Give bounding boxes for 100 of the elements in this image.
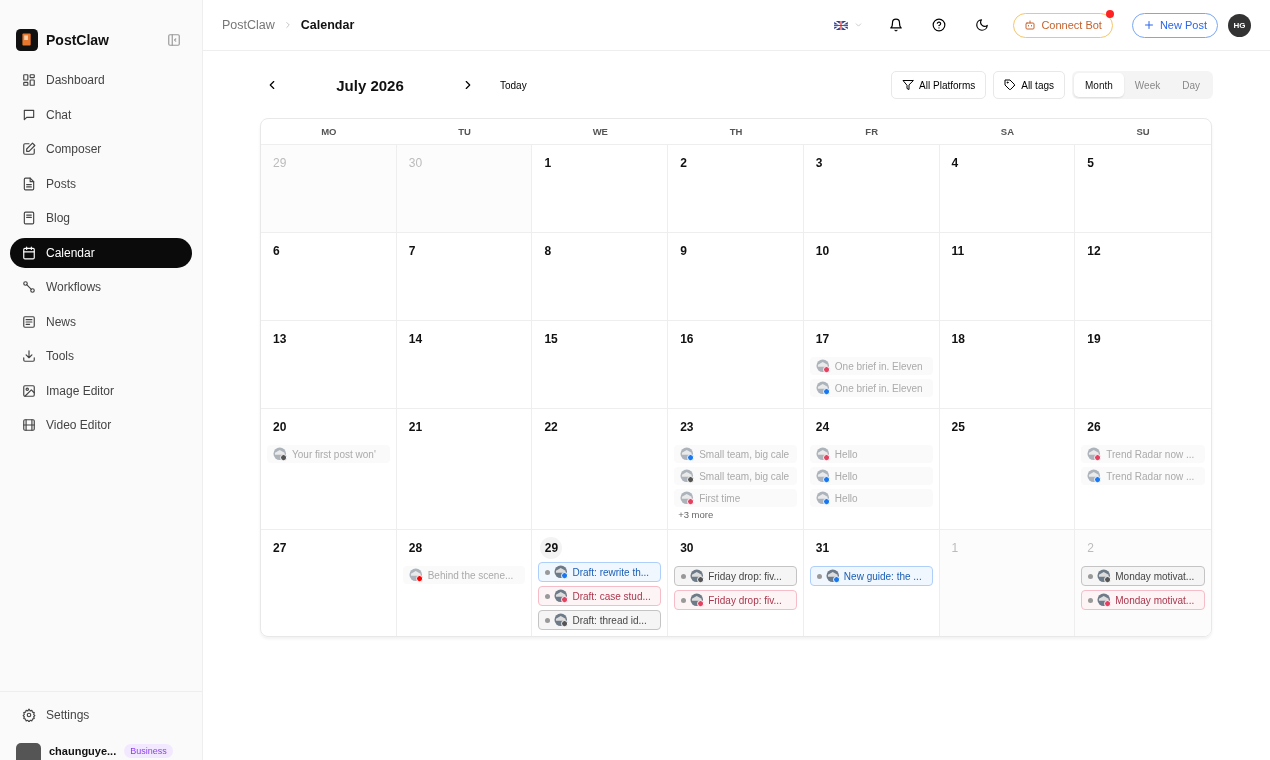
sidebar-item[interactable]: Chat	[10, 99, 192, 130]
day-number: 12	[1086, 244, 1101, 259]
breadcrumb-link[interactable]: PostClaw	[222, 18, 275, 32]
user-avatar[interactable]: HG	[1228, 13, 1251, 37]
flag-icon	[833, 20, 848, 30]
day-number: 5	[1086, 156, 1094, 171]
sidebar-item[interactable]: Video Editor	[10, 410, 192, 441]
weekday-label: TH	[728, 125, 744, 139]
document-icon	[22, 176, 36, 191]
tag-icon	[1004, 78, 1017, 92]
sidebar-item[interactable]: Image Editor	[10, 375, 192, 406]
chat-icon	[22, 107, 36, 122]
help-icon	[932, 18, 947, 32]
day-number: 23	[679, 420, 694, 435]
today-button[interactable]: Today	[494, 78, 533, 92]
day-number: 11	[950, 244, 965, 259]
moon-icon	[975, 18, 990, 32]
plan-badge: Business	[124, 744, 173, 758]
post-chip[interactable]: Draft: rewrite th...	[538, 562, 662, 582]
weekday-label: WE	[591, 125, 609, 139]
newspaper-icon	[22, 314, 36, 329]
day-number: 28	[407, 541, 423, 556]
day-number: 25	[950, 420, 965, 435]
sidebar-item[interactable]: Posts	[10, 168, 192, 199]
plus-icon	[1142, 18, 1155, 32]
platform-filter[interactable]: All Platforms	[891, 71, 987, 99]
day-number: 27	[272, 541, 287, 556]
robot-icon	[1024, 18, 1037, 32]
more-posts-link[interactable]: +3 more	[674, 508, 797, 521]
day-number: 2	[679, 156, 687, 171]
settings-icon	[22, 707, 36, 722]
day-number: 24	[814, 420, 830, 435]
post-chip[interactable]: Friday drop: fiv...	[674, 566, 797, 586]
day-number: 19	[1086, 332, 1101, 347]
book-icon	[22, 211, 36, 226]
post-chip[interactable]: Friday drop: fiv...	[674, 590, 797, 610]
day-number: 29	[272, 156, 287, 171]
day-number: 1	[950, 541, 959, 556]
day-number: 16	[679, 332, 694, 347]
post-chip[interactable]: Draft: case stud...	[538, 586, 662, 606]
tag-filter[interactable]: All tags	[993, 71, 1065, 99]
day-number: 9	[679, 244, 687, 259]
day-number: 17	[814, 332, 830, 347]
view-tab[interactable]: Day	[1171, 73, 1211, 97]
day-number: 7	[407, 244, 416, 259]
sidebar-item[interactable]: Dashboard	[10, 65, 192, 96]
month-title: July 2026	[335, 76, 405, 94]
download-icon	[22, 349, 36, 364]
image-icon	[22, 383, 36, 398]
page-title: Calendar	[300, 18, 355, 32]
day-number: 30	[407, 156, 423, 171]
post-chip[interactable]: New guide: the ...	[809, 566, 933, 586]
user-avatar	[16, 742, 41, 760]
day-number: 18	[950, 332, 965, 347]
sidebar-toggle-icon	[167, 32, 181, 47]
connect-bot-button[interactable]: Connect Bot	[1013, 12, 1113, 38]
day-number: 30	[679, 541, 694, 556]
day-number: 14	[407, 332, 423, 347]
sidebar-item[interactable]: Calendar	[10, 237, 192, 268]
day-number: 1	[543, 156, 552, 171]
post-chip[interactable]: Monday motivat...	[1081, 590, 1205, 610]
view-tab[interactable]: Month	[1074, 73, 1124, 97]
post-chip[interactable]: Monday motivat...	[1081, 566, 1205, 586]
day-number: 2	[1086, 541, 1094, 556]
sidebar-item[interactable]: Composer	[10, 134, 192, 165]
sidebar-item[interactable]: News	[10, 306, 192, 337]
workflow-icon	[22, 280, 36, 295]
day-number: 26	[1086, 420, 1101, 435]
day-number: 15	[543, 332, 558, 347]
day-number: 29	[540, 537, 563, 559]
weekday-label: SA	[999, 125, 1015, 139]
user-name: chaunguye...	[49, 745, 117, 757]
day-number: 8	[543, 244, 552, 259]
day-number: 3	[814, 156, 823, 171]
logo-icon	[16, 28, 38, 51]
brand-name: PostClaw	[46, 31, 110, 48]
day-number: 31	[814, 541, 830, 556]
new-post-button[interactable]: New Post	[1131, 12, 1218, 38]
pencil-icon	[22, 142, 36, 157]
day-number: 21	[407, 420, 423, 435]
day-number: 10	[814, 244, 830, 259]
sidebar-item[interactable]: Workflows	[10, 272, 192, 303]
view-tab[interactable]: Week	[1123, 73, 1172, 97]
calendar-icon	[22, 245, 36, 260]
day-number: 22	[543, 420, 558, 435]
weekday-label: SU	[1135, 125, 1151, 139]
grid-icon	[22, 73, 36, 88]
bell-icon	[889, 18, 904, 32]
post-chip[interactable]: Draft: thread id...	[538, 610, 662, 630]
weekday-label: MO	[320, 125, 338, 139]
weekday-label: TU	[457, 125, 472, 139]
filter-icon	[902, 78, 915, 92]
weekday-label: FR	[864, 125, 880, 139]
sidebar-item[interactable]: Blog	[10, 203, 192, 234]
settings-item[interactable]: Settings	[10, 699, 102, 730]
day-number: 13	[272, 332, 287, 347]
film-icon	[22, 418, 36, 433]
day-number: 20	[272, 420, 287, 435]
day-number: 4	[950, 156, 959, 171]
sidebar-item[interactable]: Tools	[10, 341, 192, 372]
